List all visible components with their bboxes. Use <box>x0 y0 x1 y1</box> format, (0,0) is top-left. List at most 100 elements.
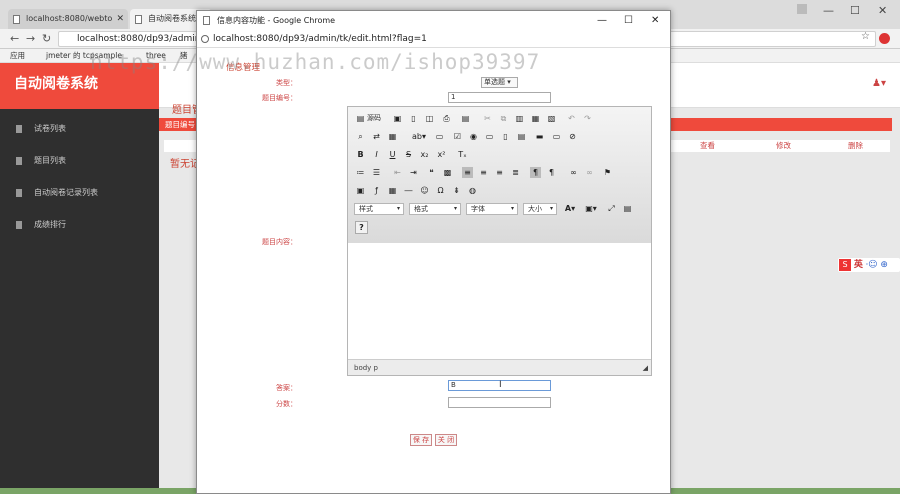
maximize-icon[interactable]: ☐ <box>624 11 633 31</box>
bookmark-star-icon[interactable]: ☆ <box>861 31 870 42</box>
styles-combo[interactable]: 样式 ▾ <box>354 203 404 215</box>
extension-icon[interactable] <box>879 33 890 44</box>
remove-format-icon[interactable]: Tₓ <box>457 149 468 160</box>
table-icon[interactable]: ▦ <box>387 185 398 196</box>
ime-language[interactable]: 英 <box>854 260 863 270</box>
bookmark-apps[interactable]: 应用 <box>10 49 25 63</box>
strike-icon[interactable]: S <box>403 149 414 160</box>
div-container-icon[interactable]: ▩ <box>442 167 453 178</box>
sidebar-item-papers[interactable]: 试卷列表 <box>0 113 159 145</box>
profile-icon[interactable] <box>797 4 807 14</box>
ime-tools-icon[interactable]: ⸱☺ ⊕ <box>866 260 888 270</box>
find-icon[interactable]: ⌕ <box>355 131 366 142</box>
save-icon[interactable]: ▣ <box>392 113 403 124</box>
hidden-field-icon[interactable]: ⊘ <box>567 131 578 142</box>
paste-word-icon[interactable]: ▧ <box>546 113 557 124</box>
smiley-icon[interactable]: ☺ <box>419 185 430 196</box>
button-field-icon[interactable]: ▬ <box>534 131 545 142</box>
unlink-icon[interactable]: ∞ <box>584 167 595 178</box>
minimize-icon[interactable]: — <box>823 4 834 17</box>
cut-icon[interactable]: ✂ <box>482 113 493 124</box>
rtl-icon[interactable]: ¶ <box>546 167 557 178</box>
radio-icon[interactable]: ◉ <box>468 131 479 142</box>
indent-icon[interactable]: ⇥ <box>408 167 419 178</box>
reload-icon[interactable]: ↻ <box>42 32 51 45</box>
iframe-icon[interactable]: ◍ <box>467 185 478 196</box>
template-icon[interactable]: ▤ <box>460 113 471 124</box>
image-icon[interactable]: ▣ <box>355 185 366 196</box>
maximize-icon[interactable]: ☐ <box>850 4 860 17</box>
popup-address-bar[interactable]: localhost:8080/dp93/admin/tk/edit.html?f… <box>197 31 670 48</box>
form-icon[interactable]: ▭ <box>434 131 445 142</box>
editor-content-area[interactable] <box>348 243 651 359</box>
bg-color-icon[interactable]: ▣▾ <box>583 203 599 214</box>
sidebar-item-questions[interactable]: 题目列表 <box>0 145 159 177</box>
number-input[interactable]: 1 <box>448 92 551 103</box>
score-input[interactable] <box>448 397 551 408</box>
paste-icon[interactable]: ▥ <box>514 113 525 124</box>
element-path[interactable]: body p <box>354 364 378 372</box>
text-color-icon[interactable]: A▾ <box>562 203 578 214</box>
undo-icon[interactable]: ↶ <box>566 113 577 124</box>
select-all-icon[interactable]: ▦ <box>387 131 398 142</box>
superscript-icon[interactable]: x² <box>436 149 447 160</box>
redo-icon[interactable]: ↷ <box>582 113 593 124</box>
paste-text-icon[interactable]: ▦ <box>530 113 541 124</box>
textarea-icon[interactable]: ▯ <box>500 131 511 142</box>
source-icon[interactable]: ▤ <box>355 113 366 124</box>
help-icon[interactable]: ? <box>355 221 368 234</box>
save-button[interactable]: 保 存 <box>410 434 432 446</box>
bookmark-three[interactable]: three <box>146 49 166 63</box>
new-page-icon[interactable]: ▯ <box>408 113 419 124</box>
outdent-icon[interactable]: ⇤ <box>392 167 403 178</box>
print-icon[interactable]: ⎙ <box>441 113 452 124</box>
align-center-icon[interactable]: ≡ <box>478 167 489 178</box>
italic-icon[interactable]: I <box>371 149 382 160</box>
browser-tab-webtopic[interactable]: localhost:8080/webto ✕ <box>8 9 128 29</box>
close-button[interactable]: 关 闭 <box>435 434 457 446</box>
align-left-icon[interactable]: ≡ <box>462 167 473 178</box>
show-blocks-icon[interactable]: ▤ <box>622 203 633 214</box>
align-right-icon[interactable]: ≡ <box>494 167 505 178</box>
horizontal-rule-icon[interactable]: ― <box>403 185 414 196</box>
info-icon[interactable] <box>201 35 209 43</box>
format-combo[interactable]: 格式 ▾ <box>409 203 461 215</box>
bookmark-other[interactable]: 猪 <box>180 49 188 63</box>
textfield-icon[interactable]: ▭ <box>484 131 495 142</box>
page-break-icon[interactable]: ⇟ <box>451 185 462 196</box>
maximize-editor-icon[interactable]: ⤢ <box>606 203 617 214</box>
preview-icon[interactable]: ◫ <box>424 113 435 124</box>
font-combo[interactable]: 字体 ▾ <box>466 203 518 215</box>
bullet-list-icon[interactable]: ☰ <box>371 167 382 178</box>
select-field-icon[interactable]: ▤ <box>516 131 527 142</box>
image-button-icon[interactable]: ▭ <box>551 131 562 142</box>
back-icon[interactable]: ← <box>10 32 19 45</box>
forward-icon[interactable]: → <box>26 32 35 45</box>
replace-icon[interactable]: ⇄ <box>371 131 382 142</box>
close-icon[interactable]: ✕ <box>116 9 124 29</box>
bookmark-jmeter[interactable]: jmeter 的 tcpsample <box>46 49 122 63</box>
type-select[interactable]: 单选题 ▾ <box>481 77 518 88</box>
close-window-icon[interactable]: ✕ <box>878 4 887 17</box>
anchor-icon[interactable]: ⚑ <box>602 167 613 178</box>
flash-icon[interactable]: ƒ <box>371 185 382 196</box>
spellcheck-icon[interactable]: ab▾ <box>410 131 428 142</box>
numbered-list-icon[interactable]: ≔ <box>355 167 366 178</box>
bold-icon[interactable]: B <box>355 149 366 160</box>
user-icon[interactable]: ♟▾ <box>872 78 886 89</box>
minimize-icon[interactable]: — <box>597 11 607 31</box>
underline-icon[interactable]: U <box>387 149 398 160</box>
subscript-icon[interactable]: x₂ <box>419 149 430 160</box>
sidebar-item-rankings[interactable]: 成绩排行 <box>0 209 159 241</box>
size-combo[interactable]: 大小 ▾ <box>523 203 557 215</box>
checkbox-icon[interactable]: ☑ <box>452 131 463 142</box>
blockquote-icon[interactable]: ❝ <box>426 167 437 178</box>
close-window-icon[interactable]: ✕ <box>651 11 659 31</box>
ltr-icon[interactable]: ¶ <box>530 167 541 178</box>
sidebar-item-grading-records[interactable]: 自动阅卷记录列表 <box>0 177 159 209</box>
resize-handle-icon[interactable]: ◢ <box>643 360 648 376</box>
ime-toolbar[interactable]: S 英 ⸱☺ ⊕ <box>838 258 900 272</box>
link-icon[interactable]: ∞ <box>568 167 579 178</box>
source-button[interactable]: 源码 <box>367 113 381 124</box>
special-char-icon[interactable]: Ω <box>435 185 446 196</box>
